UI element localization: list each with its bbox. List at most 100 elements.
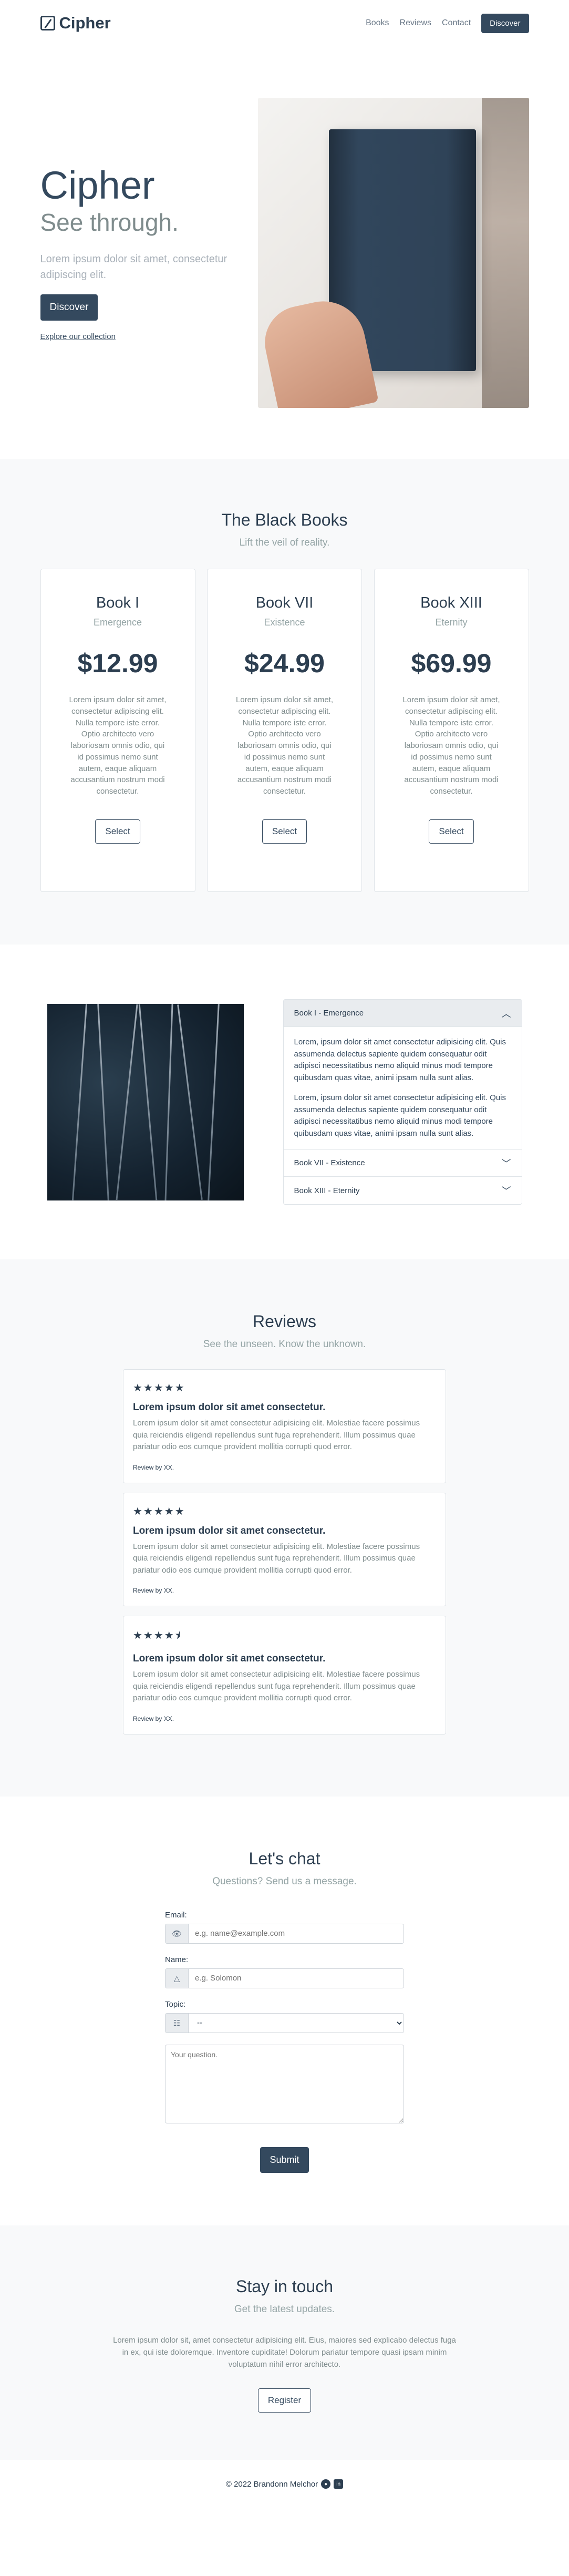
name-field[interactable] — [189, 1968, 404, 1988]
review-author: Review by XX. — [133, 1463, 174, 1471]
newsletter-copy: Lorem ipsum dolor sit, amet consectetur … — [113, 2335, 456, 2369]
hero-title: Cipher — [40, 163, 155, 208]
hero-discover-button[interactable]: Discover — [40, 294, 98, 321]
nav-link-books[interactable]: Books — [366, 18, 389, 28]
select-button[interactable]: Select — [95, 819, 140, 844]
newsletter-subtitle: Get the latest updates. — [234, 2303, 335, 2315]
hero-text: Cipher See through. Lorem ipsum dolor si… — [40, 164, 258, 341]
pricing-subtitle: Lift the veil of reality. — [239, 537, 330, 548]
topic-field-group: Topic: ☷ -- — [165, 2000, 404, 2033]
question-textarea[interactable] — [165, 2044, 404, 2123]
accordion-body: Lorem, ipsum dolor sit amet consectetur … — [283, 1027, 522, 1150]
topic-select[interactable]: -- — [189, 2013, 404, 2033]
accordion-title: Book I - Emergence — [294, 1009, 364, 1018]
newsletter-section: Stay in touch Get the latest updates. Lo… — [0, 2225, 569, 2460]
card-title: Book XIII — [420, 594, 482, 611]
accordion-header-book-xiii[interactable]: Book XIII - Eternity ﹀ — [284, 1177, 522, 1204]
eye-icon: 👁 — [165, 1924, 189, 1943]
topic-select-group: ☷ -- — [165, 2013, 404, 2033]
card-price: $24.99 — [244, 649, 325, 678]
chevron-down-icon: ﹀ — [501, 1186, 511, 1196]
accordion-header-book-vii[interactable]: Book VII - Existence ﹀ — [283, 1150, 522, 1177]
review-card: ★★★★★ Lorem ipsum dolor sit amet consect… — [123, 1492, 446, 1606]
pricing-cards: Book I Emergence $12.99 Lorem ipsum dolo… — [40, 569, 529, 892]
accordion: Book I - Emergence ︿ Lorem, ipsum dolor … — [283, 999, 522, 1205]
hero-tagline: Lorem ipsum dolor sit amet, consectetur … — [40, 253, 227, 281]
card-description: Lorem ipsum dolor sit amet, consectetur … — [235, 695, 334, 796]
explore-collection-link[interactable]: Explore our collection — [40, 332, 258, 341]
linkedin-icon[interactable]: in — [334, 2479, 344, 2489]
pricing-section: The Black Books Lift the veil of reality… — [0, 459, 569, 945]
card-description: Lorem ipsum dolor sit amet, consectetur … — [69, 695, 167, 796]
star-rating-icon: ★★★★★ — [133, 1382, 185, 1394]
email-field-group: Email: 👁 — [165, 1911, 404, 1944]
contact-form: Email: 👁 Name: △ Topic: ☷ -- — [165, 1911, 404, 2173]
name-input-group: △ — [165, 1968, 404, 1988]
review-text: Lorem ipsum dolor sit amet consectetur a… — [133, 1670, 420, 1702]
nav-link-contact[interactable]: Contact — [442, 18, 471, 28]
review-title: Lorem ipsum dolor sit amet consectetur. — [133, 1402, 326, 1413]
card-subtitle: Emergence — [93, 617, 142, 628]
star-rating-icon: ★★★★⯨ — [133, 1630, 182, 1641]
footer: © 2022 Brandonn Melchor ● in — [0, 2460, 569, 2508]
email-label: Email: — [165, 1910, 187, 1920]
topic-label: Topic: — [165, 1999, 186, 2009]
accordion-paragraph: Lorem, ipsum dolor sit amet consectetur … — [294, 1093, 506, 1138]
card-title: Book VII — [255, 594, 314, 611]
brand[interactable]: Cipher — [40, 14, 111, 33]
copyright: © 2022 Brandonn Melchor — [225, 2479, 318, 2489]
chevron-down-icon: ﹀ — [501, 1158, 511, 1169]
email-field[interactable] — [189, 1924, 404, 1943]
review-list: ★★★★★ Lorem ipsum dolor sit amet consect… — [123, 1369, 446, 1735]
review-title: Lorem ipsum dolor sit amet consectetur. — [133, 1653, 326, 1664]
review-author: Review by XX. — [133, 1587, 174, 1594]
books-accordion-section: Book I - Emergence ︿ Lorem, ipsum dolor … — [0, 945, 569, 1259]
forest-image — [47, 1003, 244, 1200]
star-rating-icon: ★★★★★ — [133, 1505, 185, 1517]
pricing-title: The Black Books — [221, 510, 348, 529]
accordion-paragraph: Lorem, ipsum dolor sit amet consectetur … — [294, 1038, 506, 1082]
name-field-group: Name: △ — [165, 1955, 404, 1988]
contact-title: Let's chat — [249, 1849, 320, 1868]
reviews-subtitle: See the unseen. Know the unknown. — [203, 1339, 366, 1350]
user-icon: △ — [165, 1968, 189, 1988]
card-price: $12.99 — [77, 649, 158, 678]
email-input-group: 👁 — [165, 1923, 404, 1944]
review-author: Review by XX. — [133, 1715, 174, 1722]
reviews-title: Reviews — [253, 1312, 316, 1331]
accordion-title: Book XIII - Eternity — [294, 1186, 360, 1195]
review-card: ★★★★⯨ Lorem ipsum dolor sit amet consect… — [123, 1616, 446, 1735]
bookshelf-background — [481, 97, 529, 408]
nav-links: Books Reviews Contact Discover — [366, 13, 529, 33]
select-button[interactable]: Select — [429, 819, 474, 844]
nav-discover-button[interactable]: Discover — [481, 13, 529, 33]
card-title: Book I — [96, 594, 140, 611]
contact-section: Let's chat Questions? Send us a message.… — [0, 1797, 569, 2225]
select-button[interactable]: Select — [262, 819, 307, 844]
contact-subtitle: Questions? Send us a message. — [212, 1875, 357, 1887]
book-logo-icon — [40, 16, 55, 30]
pricing-card: Book XIII Eternity $69.99 Lorem ipsum do… — [374, 569, 529, 892]
card-description: Lorem ipsum dolor sit amet, consectetur … — [402, 695, 500, 796]
newsletter-title: Stay in touch — [236, 2276, 333, 2296]
accordion-header-book-i[interactable]: Book I - Emergence ︿ — [283, 1000, 522, 1027]
list-icon: ☷ — [165, 2013, 189, 2033]
review-text: Lorem ipsum dolor sit amet consectetur a… — [133, 1542, 420, 1575]
hero-section: Cipher See through. Lorem ipsum dolor si… — [0, 46, 569, 459]
pricing-card: Book I Emergence $12.99 Lorem ipsum dolo… — [40, 569, 195, 892]
card-subtitle: Existence — [264, 617, 305, 628]
nav-link-reviews[interactable]: Reviews — [400, 18, 431, 28]
card-price: $69.99 — [411, 649, 492, 678]
hero-book-image — [257, 97, 529, 408]
submit-wrap: Submit — [165, 2147, 404, 2173]
github-icon[interactable]: ● — [321, 2479, 331, 2489]
accordion-title: Book VII - Existence — [294, 1158, 365, 1167]
reviews-section: Reviews See the unseen. Know the unknown… — [0, 1259, 569, 1797]
card-subtitle: Eternity — [435, 617, 468, 628]
register-button[interactable]: Register — [257, 2388, 312, 2413]
submit-button[interactable]: Submit — [260, 2147, 309, 2173]
review-text: Lorem ipsum dolor sit amet consectetur a… — [133, 1419, 420, 1451]
chevron-up-icon: ︿ — [501, 1008, 511, 1019]
review-card: ★★★★★ Lorem ipsum dolor sit amet consect… — [123, 1369, 446, 1483]
pricing-card: Book VII Existence $24.99 Lorem ipsum do… — [207, 569, 362, 892]
